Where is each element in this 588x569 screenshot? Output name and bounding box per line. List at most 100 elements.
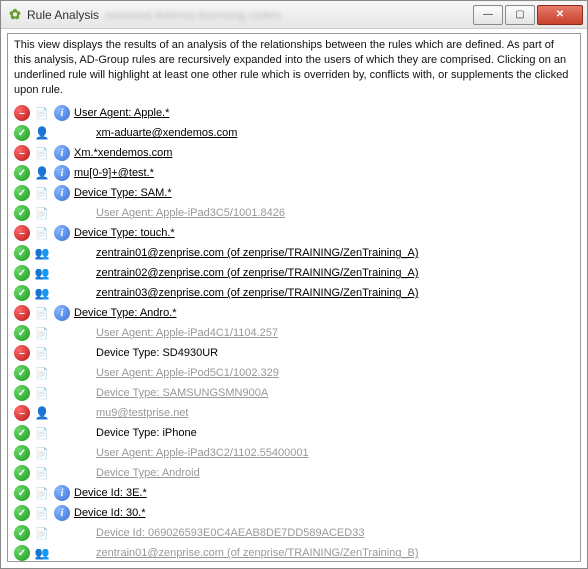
rule-panel: This view displays the results of an ana…	[7, 33, 581, 562]
rule-label[interactable]: xm-aduarte@xendemos.com	[96, 127, 237, 139]
rule-row: ✓ zentrain01@zenprise.com (of zenprise/TR…	[14, 543, 574, 562]
rule-label[interactable]: Device Id: 069026593E0C4AEAB8DE7DD589ACE…	[96, 527, 364, 539]
group-icon	[34, 545, 50, 561]
rule-label[interactable]: mu[0-9]+@test.*	[74, 167, 154, 179]
allow-icon: ✓	[14, 245, 30, 261]
rule-label[interactable]: mu9@testprise.net	[96, 407, 189, 419]
document-icon	[34, 505, 50, 521]
rule-row: ✓xm-aduarte@xendemos.com	[14, 123, 574, 143]
document-icon	[34, 145, 50, 161]
rule-row: ✓ User Agent: Apple-iPod5C1/1002.329	[14, 363, 574, 383]
rule-row: –iXm.*xendemos.com	[14, 143, 574, 163]
info-icon[interactable]: i	[54, 485, 70, 501]
document-icon	[34, 305, 50, 321]
titlebar: ✿ Rule Analysis removed Artemis licensin…	[1, 1, 587, 29]
rule-list: –iUser Agent: Apple.*✓xm-aduarte@xendemo…	[14, 103, 574, 562]
info-icon[interactable]: i	[54, 305, 70, 321]
rule-row: – Device Type: SD4930UR	[14, 343, 574, 363]
app-icon: ✿	[7, 7, 23, 23]
rule-row: ✓ Device Type: iPhone	[14, 423, 574, 443]
rule-row: ✓ i mu[0-9]+@test.*	[14, 163, 574, 183]
window-title: Rule Analysis	[27, 8, 99, 22]
allow-icon: ✓	[14, 365, 30, 381]
allow-icon: ✓	[14, 265, 30, 281]
rule-row: ✓ zentrain01@zenprise.com (of zenprise/TR…	[14, 243, 574, 263]
info-icon[interactable]: i	[54, 505, 70, 521]
allow-icon: ✓	[14, 165, 30, 181]
rule-label[interactable]: zentrain01@zenprise.com (of zenprise/TRA…	[96, 547, 419, 559]
document-icon	[34, 205, 50, 221]
rule-label[interactable]: zentrain02@zenprise.com (of zenprise/TRA…	[96, 267, 419, 279]
allow-icon: ✓	[14, 525, 30, 541]
rule-label[interactable]: User Agent: Apple-iPad3C2/1102.55400001	[96, 447, 309, 459]
rule-label[interactable]: zentrain03@zenprise.com (of zenprise/TRA…	[96, 287, 419, 299]
rule-label[interactable]: User Agent: Apple-iPod5C1/1002.329	[96, 367, 279, 379]
rule-label: Device Type: SD4930UR	[96, 347, 218, 359]
rule-row: –iDevice Type: touch.*	[14, 223, 574, 243]
document-icon	[34, 465, 50, 481]
info-icon[interactable]: i	[54, 145, 70, 161]
document-icon	[34, 525, 50, 541]
user-icon	[34, 125, 50, 141]
rule-row: ✓ User Agent: Apple-iPad3C2/1102.55400001	[14, 443, 574, 463]
deny-icon: –	[14, 105, 30, 121]
info-icon[interactable]: i	[54, 105, 70, 121]
deny-icon: –	[14, 305, 30, 321]
rule-row: ✓ zentrain03@zenprise.com (of zenprise/TR…	[14, 283, 574, 303]
group-icon	[34, 265, 50, 281]
rule-row: ✓ zentrain02@zenprise.com (of zenprise/TR…	[14, 263, 574, 283]
rule-label[interactable]: User Agent: Apple-iPad4C1/1104.257	[96, 327, 278, 339]
user-icon	[34, 165, 50, 181]
deny-icon: –	[14, 405, 30, 421]
content-area: This view displays the results of an ana…	[1, 29, 587, 568]
document-icon	[34, 445, 50, 461]
document-icon	[34, 325, 50, 341]
rule-row: ✓ i Device Id: 3E.*	[14, 483, 574, 503]
rule-row: ✓ Device Id: 069026593E0C4AEAB8DE7DD589AC…	[14, 523, 574, 543]
window-controls: — ▢ ✕	[471, 5, 583, 25]
document-icon	[34, 105, 50, 121]
rule-row: ✓ Device Type: Android	[14, 463, 574, 483]
rule-label[interactable]: zentrain01@zenprise.com (of zenprise/TRA…	[96, 247, 419, 259]
allow-icon: ✓	[14, 285, 30, 301]
allow-icon: ✓	[14, 445, 30, 461]
rule-label[interactable]: Device Type: Andro.*	[74, 307, 177, 319]
info-icon[interactable]: i	[54, 185, 70, 201]
rule-row: ✓ i Device Id: 30.*	[14, 503, 574, 523]
maximize-button[interactable]: ▢	[505, 5, 535, 25]
allow-icon: ✓	[14, 485, 30, 501]
rule-label[interactable]: Device Type: SAM.*	[74, 187, 172, 199]
minimize-button[interactable]: —	[473, 5, 503, 25]
rule-row: – i User Agent: Apple.*	[14, 103, 574, 123]
allow-icon: ✓	[14, 545, 30, 561]
allow-icon: ✓	[14, 505, 30, 521]
document-icon	[34, 365, 50, 381]
group-icon	[34, 245, 50, 261]
deny-icon: –	[14, 345, 30, 361]
allow-icon: ✓	[14, 425, 30, 441]
document-icon	[34, 485, 50, 501]
rule-label[interactable]: Device Type: SAMSUNGSMN900A	[96, 387, 268, 399]
rule-label[interactable]: Device Id: 3E.*	[74, 487, 147, 499]
info-icon[interactable]: i	[54, 165, 70, 181]
document-icon	[34, 385, 50, 401]
document-icon	[34, 185, 50, 201]
info-icon[interactable]: i	[54, 225, 70, 241]
rule-row: – mu9@testprise.net	[14, 403, 574, 423]
rule-label[interactable]: Device Type: Android	[96, 467, 200, 479]
document-icon	[34, 225, 50, 241]
allow-icon: ✓	[14, 385, 30, 401]
rule-label[interactable]: Device Id: 30.*	[74, 507, 146, 519]
close-button[interactable]: ✕	[537, 5, 583, 25]
allow-icon: ✓	[14, 465, 30, 481]
rule-label[interactable]: User Agent: Apple.*	[74, 107, 169, 119]
rule-label[interactable]: Xm.*xendemos.com	[74, 147, 172, 159]
rule-row: ✓ User Agent: Apple-iPad3C5/1001.8426	[14, 203, 574, 223]
allow-icon: ✓	[14, 205, 30, 221]
rule-label: Device Type: iPhone	[96, 427, 197, 439]
rule-row: ✓ Device Type: SAMSUNGSMN900A	[14, 383, 574, 403]
rule-label[interactable]: Device Type: touch.*	[74, 227, 175, 239]
group-icon	[34, 285, 50, 301]
rule-label[interactable]: User Agent: Apple-iPad3C5/1001.8426	[96, 207, 285, 219]
allow-icon: ✓	[14, 185, 30, 201]
